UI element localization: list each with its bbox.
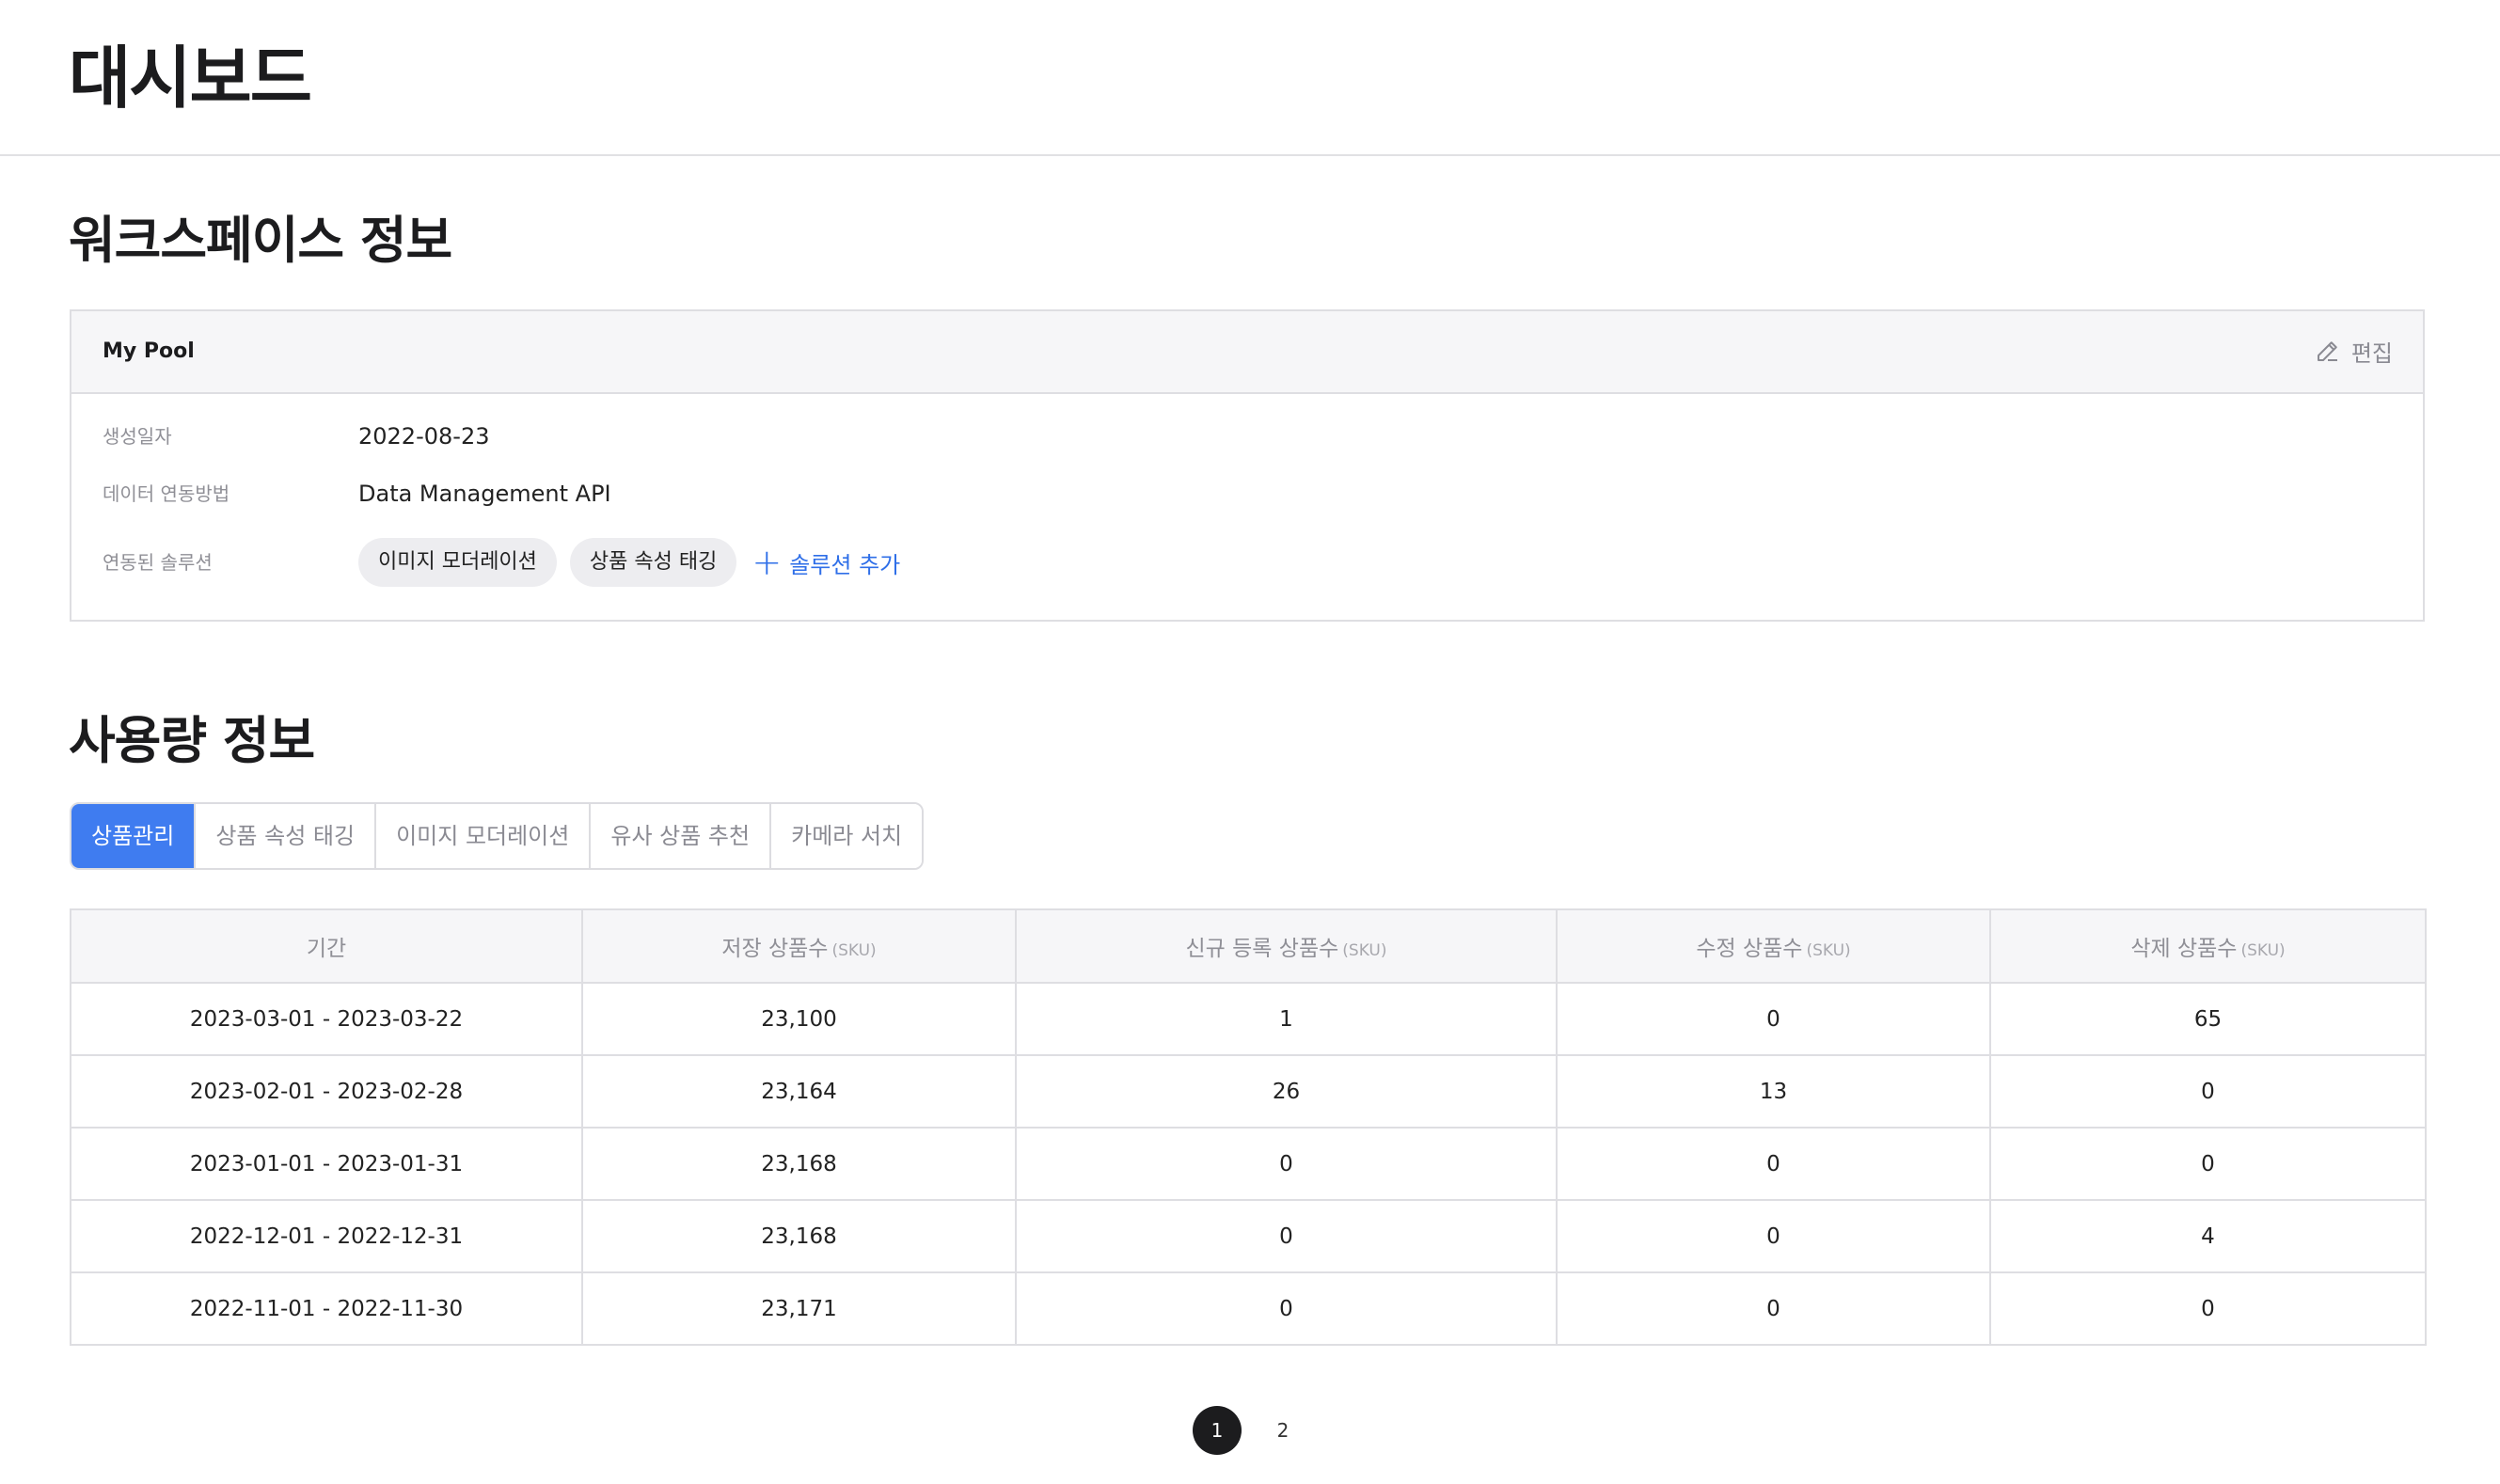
table-cell: 2023-02-01 - 2023-02-28 <box>70 1054 583 1129</box>
table-cell: 23,164 <box>581 1054 1017 1129</box>
add-solution-button[interactable]: + 솔루션 추가 <box>752 545 900 580</box>
column-header-modified: 수정 상품수 (SKU) <box>1556 908 1991 984</box>
tab-attribute-tagging[interactable]: 상품 속성 태깅 <box>196 804 377 868</box>
table-row: 2023-03-01 - 2023-03-22 23,100 1 0 65 <box>70 982 2427 1056</box>
tab-similar-products[interactable]: 유사 상품 추천 <box>591 804 772 868</box>
workspace-card-header: My Pool 편집 <box>71 311 2423 394</box>
solution-chip-attribute-tagging[interactable]: 상품 속성 태깅 <box>569 538 737 587</box>
table-cell: 1 <box>1015 982 1558 1056</box>
tab-camera-search[interactable]: 카메라 서치 <box>771 804 923 868</box>
table-cell: 65 <box>1989 982 2427 1056</box>
integration-value: Data Management API <box>358 481 611 507</box>
tab-product-management[interactable]: 상품관리 <box>71 804 197 868</box>
table-cell: 0 <box>1015 1271 1558 1346</box>
table-cell: 2022-11-01 - 2022-11-30 <box>70 1271 583 1346</box>
info-row-integration: 데이터 연동방법 Data Management API <box>103 478 611 510</box>
edit-button[interactable]: 편집 <box>2314 332 2393 370</box>
table-cell: 0 <box>1556 1271 1991 1346</box>
pencil-icon <box>2317 341 2337 361</box>
table-cell: 0 <box>1015 1127 1558 1201</box>
column-header-new: 신규 등록 상품수 (SKU) <box>1015 908 1558 984</box>
table-cell: 2023-01-01 - 2023-01-31 <box>70 1127 583 1201</box>
workspace-name: My Pool <box>103 339 195 363</box>
table-cell: 0 <box>1556 1199 1991 1273</box>
table-cell: 0 <box>1556 1127 1991 1201</box>
table-cell: 23,168 <box>581 1127 1017 1201</box>
table-cell: 0 <box>1015 1199 1558 1273</box>
edit-label: 편집 <box>2350 339 2393 367</box>
usage-table: 기간 저장 상품수 (SKU) 신규 등록 상품수 (SKU) 수정 상품수 (SKU… <box>70 908 2427 1346</box>
usage-tabs: 상품관리 상품 속성 태깅 이미지 모더레이션 유사 상품 추천 카메라 서치 <box>70 802 925 870</box>
column-header-deleted: 삭제 상품수 (SKU) <box>1989 908 2427 984</box>
table-row: 2023-02-01 - 2023-02-28 23,164 26 13 0 <box>70 1054 2427 1129</box>
workspace-card: My Pool 편집 생성일자 2022-08-23 데이터 연동방법 Data… <box>70 309 2425 622</box>
pagination: 1 2 <box>1193 1406 1307 1455</box>
table-row: 2022-11-01 - 2022-11-30 23,171 0 0 0 <box>70 1271 2427 1346</box>
table-cell: 4 <box>1989 1199 2427 1273</box>
table-cell: 23,100 <box>581 982 1017 1056</box>
table-cell: 0 <box>1989 1054 2427 1129</box>
table-cell: 13 <box>1556 1054 1991 1129</box>
table-cell: 2022-12-01 - 2022-12-31 <box>70 1199 583 1273</box>
table-cell: 0 <box>1989 1271 2427 1346</box>
table-cell: 0 <box>1556 982 1991 1056</box>
usage-section-title: 사용량 정보 <box>69 711 315 770</box>
table-cell: 23,168 <box>581 1199 1017 1273</box>
add-solution-label: 솔루션 추가 <box>789 551 901 578</box>
workspace-section-title: 워크스페이스 정보 <box>69 211 452 270</box>
info-row-created: 생성일자 2022-08-23 <box>103 420 489 452</box>
solutions-label: 연동된 솔루션 <box>103 551 213 574</box>
table-header-row: 기간 저장 상품수 (SKU) 신규 등록 상품수 (SKU) 수정 상품수 (SKU… <box>70 908 2427 984</box>
table-cell: 2023-03-01 - 2023-03-22 <box>70 982 583 1056</box>
column-header-period: 기간 <box>70 908 583 984</box>
page-button-1[interactable]: 1 <box>1193 1406 1242 1455</box>
solution-chip-image-moderation[interactable]: 이미지 모더레이션 <box>358 538 557 587</box>
table-cell: 0 <box>1989 1127 2427 1201</box>
table-cell: 23,171 <box>581 1271 1017 1346</box>
column-header-stored: 저장 상품수 (SKU) <box>581 908 1017 984</box>
info-row-solutions: 연동된 솔루션 이미지 모더레이션 상품 속성 태깅 + 솔루션 추가 <box>103 538 900 587</box>
table-row: 2023-01-01 - 2023-01-31 23,168 0 0 0 <box>70 1127 2427 1201</box>
page-header: 대시보드 <box>0 0 2500 156</box>
integration-label: 데이터 연동방법 <box>103 482 230 505</box>
page-button-2[interactable]: 2 <box>1258 1406 1307 1455</box>
table-row: 2022-12-01 - 2022-12-31 23,168 0 0 4 <box>70 1199 2427 1273</box>
plus-icon: + <box>752 542 783 583</box>
table-cell: 26 <box>1015 1054 1558 1129</box>
page-title: 대시보드 <box>69 39 312 118</box>
tab-image-moderation[interactable]: 이미지 모더레이션 <box>376 804 592 868</box>
created-value: 2022-08-23 <box>358 423 490 450</box>
created-label: 생성일자 <box>103 425 172 448</box>
